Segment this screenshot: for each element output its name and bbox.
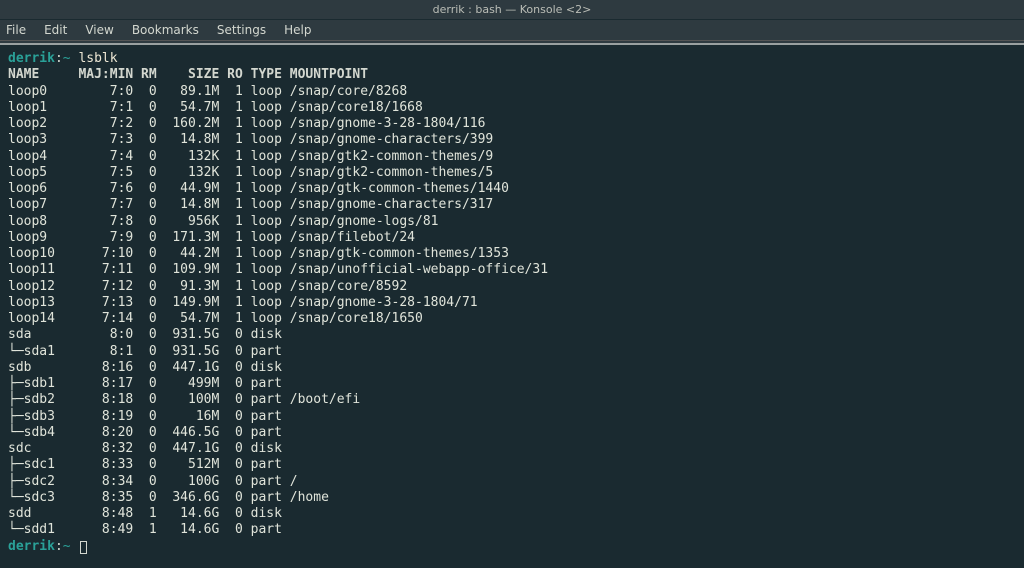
lsblk-row: loop0 7:0 0 89.1M 1 loop /snap/core/8268 xyxy=(8,84,1016,100)
prompt-host: derrik xyxy=(8,51,55,66)
lsblk-header: NAME MAJ:MIN RM SIZE RO TYPE MOUNTPOINT xyxy=(8,67,1016,83)
menu-help[interactable]: Help xyxy=(284,23,311,37)
lsblk-row: loop14 7:14 0 54.7M 1 loop /snap/core18/… xyxy=(8,311,1016,327)
lsblk-row: ├─sdb3 8:19 0 16M 0 part xyxy=(8,409,1016,425)
menubar: File Edit View Bookmarks Settings Help xyxy=(0,20,1024,41)
lsblk-row: ├─sdc2 8:34 0 100G 0 part / xyxy=(8,474,1016,490)
lsblk-row: loop1 7:1 0 54.7M 1 loop /snap/core18/16… xyxy=(8,100,1016,116)
lsblk-row: loop10 7:10 0 44.2M 1 loop /snap/gtk-com… xyxy=(8,246,1016,262)
prompt-path: ~ xyxy=(63,539,79,554)
command-text: lsblk xyxy=(78,51,117,66)
lsblk-row: loop6 7:6 0 44.9M 1 loop /snap/gtk-commo… xyxy=(8,181,1016,197)
lsblk-row: loop12 7:12 0 91.3M 1 loop /snap/core/85… xyxy=(8,279,1016,295)
window-title: derrik : bash — Konsole <2> xyxy=(433,3,592,16)
prompt-sep: : xyxy=(55,539,63,554)
lsblk-row: sdd 8:48 1 14.6G 0 disk xyxy=(8,506,1016,522)
lsblk-row: loop2 7:2 0 160.2M 1 loop /snap/gnome-3-… xyxy=(8,116,1016,132)
lsblk-row: loop4 7:4 0 132K 1 loop /snap/gtk2-commo… xyxy=(8,149,1016,165)
menu-edit[interactable]: Edit xyxy=(44,23,67,37)
window-titlebar: derrik : bash — Konsole <2> xyxy=(0,0,1024,20)
menu-view[interactable]: View xyxy=(85,23,113,37)
prompt-idle: derrik:~ xyxy=(8,539,1016,555)
lsblk-row: └─sdb4 8:20 0 446.5G 0 part xyxy=(8,425,1016,441)
lsblk-row: sdb 8:16 0 447.1G 0 disk xyxy=(8,360,1016,376)
lsblk-row: └─sda1 8:1 0 931.5G 0 part xyxy=(8,344,1016,360)
lsblk-row: loop8 7:8 0 956K 1 loop /snap/gnome-logs… xyxy=(8,214,1016,230)
lsblk-row: sdc 8:32 0 447.1G 0 disk xyxy=(8,441,1016,457)
menu-settings[interactable]: Settings xyxy=(217,23,266,37)
lsblk-row: loop7 7:7 0 14.8M 1 loop /snap/gnome-cha… xyxy=(8,197,1016,213)
lsblk-row: ├─sdb2 8:18 0 100M 0 part /boot/efi xyxy=(8,392,1016,408)
lsblk-row: ├─sdc1 8:33 0 512M 0 part xyxy=(8,457,1016,473)
menu-file[interactable]: File xyxy=(6,23,26,37)
prompt-sep: : xyxy=(55,51,63,66)
lsblk-row: loop5 7:5 0 132K 1 loop /snap/gtk2-commo… xyxy=(8,165,1016,181)
lsblk-row: └─sdd1 8:49 1 14.6G 0 part xyxy=(8,522,1016,538)
lsblk-row: loop3 7:3 0 14.8M 1 loop /snap/gnome-cha… xyxy=(8,132,1016,148)
cursor-icon xyxy=(80,541,87,554)
lsblk-row: └─sdc3 8:35 0 346.6G 0 part /home xyxy=(8,490,1016,506)
prompt-host: derrik xyxy=(8,539,55,554)
prompt-path: ~ xyxy=(63,51,79,66)
lsblk-row: ├─sdb1 8:17 0 499M 0 part xyxy=(8,376,1016,392)
lsblk-row: loop13 7:13 0 149.9M 1 loop /snap/gnome-… xyxy=(8,295,1016,311)
prompt-line: derrik:~ lsblk xyxy=(8,51,1016,67)
lsblk-row: sda 8:0 0 931.5G 0 disk xyxy=(8,327,1016,343)
lsblk-row: loop11 7:11 0 109.9M 1 loop /snap/unoffi… xyxy=(8,262,1016,278)
lsblk-row: loop9 7:9 0 171.3M 1 loop /snap/filebot/… xyxy=(8,230,1016,246)
terminal-output[interactable]: derrik:~ lsblkNAME MAJ:MIN RM SIZE RO TY… xyxy=(0,45,1024,561)
menu-bookmarks[interactable]: Bookmarks xyxy=(132,23,199,37)
